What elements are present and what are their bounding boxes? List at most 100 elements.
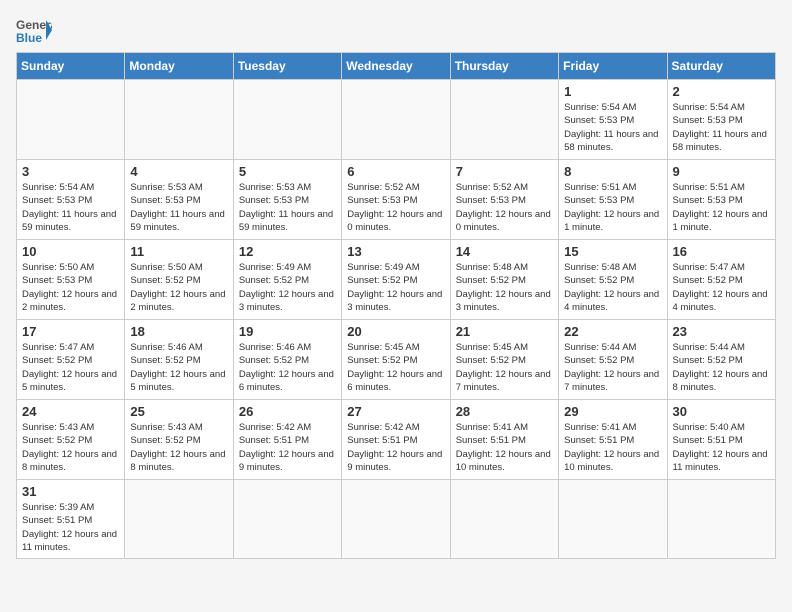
calendar-cell: 26 Sunrise: 5:42 AM Sunset: 5:51 PM Dayli… bbox=[233, 400, 341, 480]
calendar-cell bbox=[17, 80, 125, 160]
day-info: Sunrise: 5:42 AM Sunset: 5:51 PM Dayligh… bbox=[347, 421, 444, 474]
day-info: Sunrise: 5:53 AM Sunset: 5:53 PM Dayligh… bbox=[239, 181, 336, 234]
calendar-cell bbox=[450, 80, 558, 160]
day-number: 24 bbox=[22, 404, 119, 419]
calendar-cell: 19 Sunrise: 5:46 AM Sunset: 5:52 PM Dayli… bbox=[233, 320, 341, 400]
calendar-cell: 10 Sunrise: 5:50 AM Sunset: 5:53 PM Dayli… bbox=[17, 240, 125, 320]
day-number: 3 bbox=[22, 164, 119, 179]
day-number: 16 bbox=[673, 244, 770, 259]
day-number: 18 bbox=[130, 324, 227, 339]
day-info: Sunrise: 5:54 AM Sunset: 5:53 PM Dayligh… bbox=[564, 101, 661, 154]
calendar-row: 31 Sunrise: 5:39 AM Sunset: 5:51 PM Dayli… bbox=[17, 480, 776, 559]
calendar-row: 17 Sunrise: 5:47 AM Sunset: 5:52 PM Dayli… bbox=[17, 320, 776, 400]
day-info: Sunrise: 5:39 AM Sunset: 5:51 PM Dayligh… bbox=[22, 501, 119, 554]
calendar-cell bbox=[233, 480, 341, 559]
calendar-table: SundayMondayTuesdayWednesdayThursdayFrid… bbox=[16, 52, 776, 559]
day-info: Sunrise: 5:54 AM Sunset: 5:53 PM Dayligh… bbox=[673, 101, 770, 154]
day-number: 7 bbox=[456, 164, 553, 179]
calendar-cell: 3 Sunrise: 5:54 AM Sunset: 5:53 PM Daylig… bbox=[17, 160, 125, 240]
calendar-cell: 29Sunrise: 5:41 AM Sunset: 5:51 PM Dayli… bbox=[559, 400, 667, 480]
calendar-cell: 28 Sunrise: 5:41 AM Sunset: 5:51 PM Dayli… bbox=[450, 400, 558, 480]
calendar-cell: 18 Sunrise: 5:46 AM Sunset: 5:52 PM Dayli… bbox=[125, 320, 233, 400]
day-info: Sunrise: 5:42 AM Sunset: 5:51 PM Dayligh… bbox=[239, 421, 336, 474]
day-info: Sunrise: 5:44 AM Sunset: 5:52 PM Dayligh… bbox=[564, 341, 661, 394]
day-info: Sunrise: 5:47 AM Sunset: 5:52 PM Dayligh… bbox=[22, 341, 119, 394]
calendar-row: 10 Sunrise: 5:50 AM Sunset: 5:53 PM Dayli… bbox=[17, 240, 776, 320]
calendar-cell bbox=[125, 80, 233, 160]
calendar-cell bbox=[667, 480, 775, 559]
day-number: 5 bbox=[239, 164, 336, 179]
weekday-header-wednesday: Wednesday bbox=[342, 53, 450, 80]
calendar-cell: 23 Sunrise: 5:44 AM Sunset: 5:52 PM Dayli… bbox=[667, 320, 775, 400]
calendar-cell: 14Sunrise: 5:48 AM Sunset: 5:52 PM Dayli… bbox=[450, 240, 558, 320]
calendar-cell bbox=[233, 80, 341, 160]
calendar-cell: 27 Sunrise: 5:42 AM Sunset: 5:51 PM Dayli… bbox=[342, 400, 450, 480]
day-number: 28 bbox=[456, 404, 553, 419]
day-number: 20 bbox=[347, 324, 444, 339]
calendar-cell: 22 Sunrise: 5:44 AM Sunset: 5:52 PM Dayli… bbox=[559, 320, 667, 400]
weekday-header-tuesday: Tuesday bbox=[233, 53, 341, 80]
weekday-header-saturday: Saturday bbox=[667, 53, 775, 80]
day-info: Sunrise: 5:54 AM Sunset: 5:53 PM Dayligh… bbox=[22, 181, 119, 234]
calendar-cell bbox=[125, 480, 233, 559]
calendar-cell: 1 Sunrise: 5:54 AM Sunset: 5:53 PM Daylig… bbox=[559, 80, 667, 160]
day-info: Sunrise: 5:40 AM Sunset: 5:51 PM Dayligh… bbox=[673, 421, 770, 474]
day-info: Sunrise: 5:48 AM Sunset: 5:52 PM Dayligh… bbox=[564, 261, 661, 314]
header: General Blue bbox=[16, 16, 776, 44]
day-number: 31 bbox=[22, 484, 119, 499]
calendar-cell: 17 Sunrise: 5:47 AM Sunset: 5:52 PM Dayli… bbox=[17, 320, 125, 400]
weekday-header-friday: Friday bbox=[559, 53, 667, 80]
calendar-cell bbox=[450, 480, 558, 559]
day-info: Sunrise: 5:50 AM Sunset: 5:52 PM Dayligh… bbox=[130, 261, 227, 314]
calendar-cell: 30 Sunrise: 5:40 AM Sunset: 5:51 PM Dayli… bbox=[667, 400, 775, 480]
day-info: Sunrise: 5:44 AM Sunset: 5:52 PM Dayligh… bbox=[673, 341, 770, 394]
day-info: Sunrise: 5:53 AM Sunset: 5:53 PM Dayligh… bbox=[130, 181, 227, 234]
day-number: 11 bbox=[130, 244, 227, 259]
calendar-row: 24Sunrise: 5:43 AM Sunset: 5:52 PM Dayli… bbox=[17, 400, 776, 480]
day-number: 19 bbox=[239, 324, 336, 339]
calendar-cell: 4 Sunrise: 5:53 AM Sunset: 5:53 PM Daylig… bbox=[125, 160, 233, 240]
day-number: 4 bbox=[130, 164, 227, 179]
calendar-cell: 11 Sunrise: 5:50 AM Sunset: 5:52 PM Dayli… bbox=[125, 240, 233, 320]
calendar-cell: 8Sunrise: 5:51 AM Sunset: 5:53 PM Daylig… bbox=[559, 160, 667, 240]
day-number: 22 bbox=[564, 324, 661, 339]
day-number: 26 bbox=[239, 404, 336, 419]
day-info: Sunrise: 5:45 AM Sunset: 5:52 PM Dayligh… bbox=[456, 341, 553, 394]
weekday-header-row: SundayMondayTuesdayWednesdayThursdayFrid… bbox=[17, 53, 776, 80]
day-number: 14 bbox=[456, 244, 553, 259]
day-number: 21 bbox=[456, 324, 553, 339]
day-number: 17 bbox=[22, 324, 119, 339]
calendar-cell: 31 Sunrise: 5:39 AM Sunset: 5:51 PM Dayli… bbox=[17, 480, 125, 559]
day-number: 30 bbox=[673, 404, 770, 419]
day-number: 23 bbox=[673, 324, 770, 339]
day-info: Sunrise: 5:46 AM Sunset: 5:52 PM Dayligh… bbox=[130, 341, 227, 394]
day-number: 1 bbox=[564, 84, 661, 99]
svg-text:Blue: Blue bbox=[16, 31, 42, 44]
weekday-header-sunday: Sunday bbox=[17, 53, 125, 80]
calendar-cell: 21 Sunrise: 5:45 AM Sunset: 5:52 PM Dayli… bbox=[450, 320, 558, 400]
calendar-row: 1 Sunrise: 5:54 AM Sunset: 5:53 PM Daylig… bbox=[17, 80, 776, 160]
day-number: 10 bbox=[22, 244, 119, 259]
day-number: 27 bbox=[347, 404, 444, 419]
weekday-header-thursday: Thursday bbox=[450, 53, 558, 80]
day-number: 2 bbox=[673, 84, 770, 99]
day-info: Sunrise: 5:41 AM Sunset: 5:51 PM Dayligh… bbox=[456, 421, 553, 474]
calendar-cell: 2 Sunrise: 5:54 AM Sunset: 5:53 PM Daylig… bbox=[667, 80, 775, 160]
calendar-cell: 9Sunrise: 5:51 AM Sunset: 5:53 PM Daylig… bbox=[667, 160, 775, 240]
calendar-cell bbox=[559, 480, 667, 559]
day-info: Sunrise: 5:49 AM Sunset: 5:52 PM Dayligh… bbox=[347, 261, 444, 314]
calendar-cell: 15 Sunrise: 5:48 AM Sunset: 5:52 PM Dayli… bbox=[559, 240, 667, 320]
calendar-cell bbox=[342, 480, 450, 559]
day-info: Sunrise: 5:49 AM Sunset: 5:52 PM Dayligh… bbox=[239, 261, 336, 314]
logo: General Blue bbox=[16, 16, 52, 44]
day-info: Sunrise: 5:52 AM Sunset: 5:53 PM Dayligh… bbox=[456, 181, 553, 234]
weekday-header-monday: Monday bbox=[125, 53, 233, 80]
day-number: 15 bbox=[564, 244, 661, 259]
day-info: Sunrise: 5:50 AM Sunset: 5:53 PM Dayligh… bbox=[22, 261, 119, 314]
calendar-cell: 24Sunrise: 5:43 AM Sunset: 5:52 PM Dayli… bbox=[17, 400, 125, 480]
day-info: Sunrise: 5:46 AM Sunset: 5:52 PM Dayligh… bbox=[239, 341, 336, 394]
calendar-cell: 13Sunrise: 5:49 AM Sunset: 5:52 PM Dayli… bbox=[342, 240, 450, 320]
calendar-cell: 5 Sunrise: 5:53 AM Sunset: 5:53 PM Daylig… bbox=[233, 160, 341, 240]
calendar-cell: 7 Sunrise: 5:52 AM Sunset: 5:53 PM Daylig… bbox=[450, 160, 558, 240]
day-info: Sunrise: 5:52 AM Sunset: 5:53 PM Dayligh… bbox=[347, 181, 444, 234]
